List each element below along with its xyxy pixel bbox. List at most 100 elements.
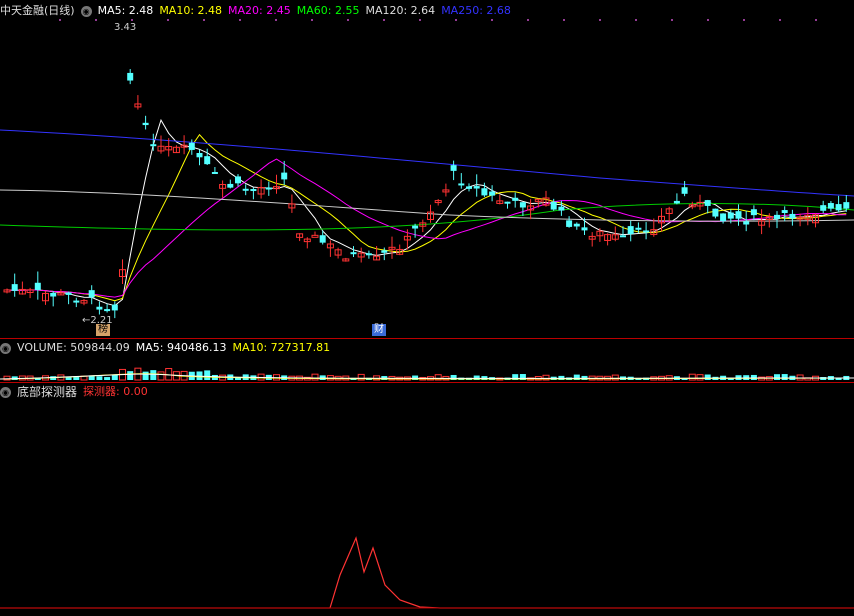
candle-body [281, 172, 288, 180]
volume-bar [704, 374, 711, 380]
ma20-line [6, 158, 847, 298]
volume-bar [796, 374, 804, 381]
candle-body [781, 210, 788, 214]
volume-bar [127, 371, 134, 380]
candle-body [319, 235, 326, 243]
volume-bar [611, 374, 619, 381]
candle-body [34, 282, 41, 290]
volume-bar [688, 373, 696, 381]
candle-body [727, 212, 734, 219]
candle-body [835, 204, 842, 211]
candle-body [150, 144, 157, 147]
signal-dot [131, 19, 133, 21]
candle-body [712, 208, 719, 217]
candle-body [704, 200, 711, 206]
candle-body [643, 230, 650, 233]
candle-body [774, 214, 780, 219]
candle-body [11, 284, 18, 291]
candle-body [843, 202, 850, 209]
candle-body [196, 152, 203, 158]
candle-body [743, 221, 750, 225]
candle-body [381, 250, 388, 253]
candle-body [127, 72, 134, 81]
candle-body [827, 203, 834, 209]
candle-body [96, 306, 103, 310]
signal-dot [563, 19, 565, 21]
candle-body [820, 205, 827, 211]
candle-body [635, 227, 642, 230]
signal-dot [527, 19, 529, 21]
signal-dot [347, 19, 349, 21]
candle-body [566, 220, 573, 227]
candle-body [519, 202, 526, 208]
signal-dot [203, 19, 205, 21]
candle-body [681, 187, 688, 194]
signal-dot [95, 19, 97, 21]
candle-body [412, 225, 419, 229]
signal-dot [419, 19, 421, 21]
candle-body [558, 206, 565, 211]
signal-dot [635, 19, 637, 21]
candle-body [573, 223, 580, 227]
candle-body [65, 292, 72, 295]
candle-body [550, 201, 557, 210]
candle-body [311, 234, 319, 238]
volume-bar [96, 376, 103, 380]
candle-body [73, 300, 80, 303]
signal-dot [779, 19, 781, 21]
signal-dot [383, 19, 385, 21]
signal-dot [455, 19, 457, 21]
signal-dot [59, 19, 61, 21]
volume-bar [750, 374, 757, 380]
candle-body [142, 122, 149, 126]
volume-bar [696, 374, 704, 381]
candle-body [211, 171, 218, 174]
candle-body [450, 165, 457, 171]
candle-body [581, 227, 588, 231]
volume-bar [150, 370, 157, 380]
volume-bar [311, 373, 319, 381]
signal-dot [707, 19, 709, 21]
volume-bar [781, 374, 788, 380]
candle-body [750, 209, 757, 216]
candle-body [350, 252, 357, 255]
signal-dot [239, 19, 241, 21]
candle-body [111, 304, 118, 311]
indicator-line [0, 536, 854, 609]
candle-body [227, 183, 234, 188]
stock-chart-canvas[interactable] [0, 0, 854, 616]
candle-body [188, 142, 195, 150]
candle-body [88, 290, 95, 298]
candle-body [265, 187, 272, 190]
signal-dot [671, 19, 673, 21]
candle-body [481, 188, 488, 196]
candle-body [235, 176, 241, 184]
volume-bar [774, 374, 780, 380]
volume-bar [204, 370, 211, 380]
signal-dot [275, 19, 277, 21]
candlesticks [3, 69, 850, 319]
candle-body [673, 200, 680, 204]
volume-bars [0, 367, 854, 381]
candle-body [620, 235, 626, 238]
detector-line [0, 536, 854, 609]
candle-body [627, 226, 634, 235]
volume-bar [157, 371, 165, 381]
ma5-line [6, 118, 847, 307]
signal-dot [743, 19, 745, 21]
candle-body [720, 213, 727, 222]
signal-dot [599, 19, 601, 21]
candle-body [489, 191, 496, 196]
candle-body [473, 186, 480, 189]
volume-bar [104, 377, 111, 380]
volume-bar [142, 371, 149, 380]
candle-body [204, 156, 211, 165]
volume-bar [542, 374, 550, 381]
signal-dot [815, 19, 817, 21]
candle-body [458, 183, 465, 186]
candle-body [789, 213, 796, 219]
candle-body [50, 293, 57, 297]
candle-body [512, 197, 519, 201]
signal-dot [167, 19, 169, 21]
candle-body [466, 186, 472, 189]
